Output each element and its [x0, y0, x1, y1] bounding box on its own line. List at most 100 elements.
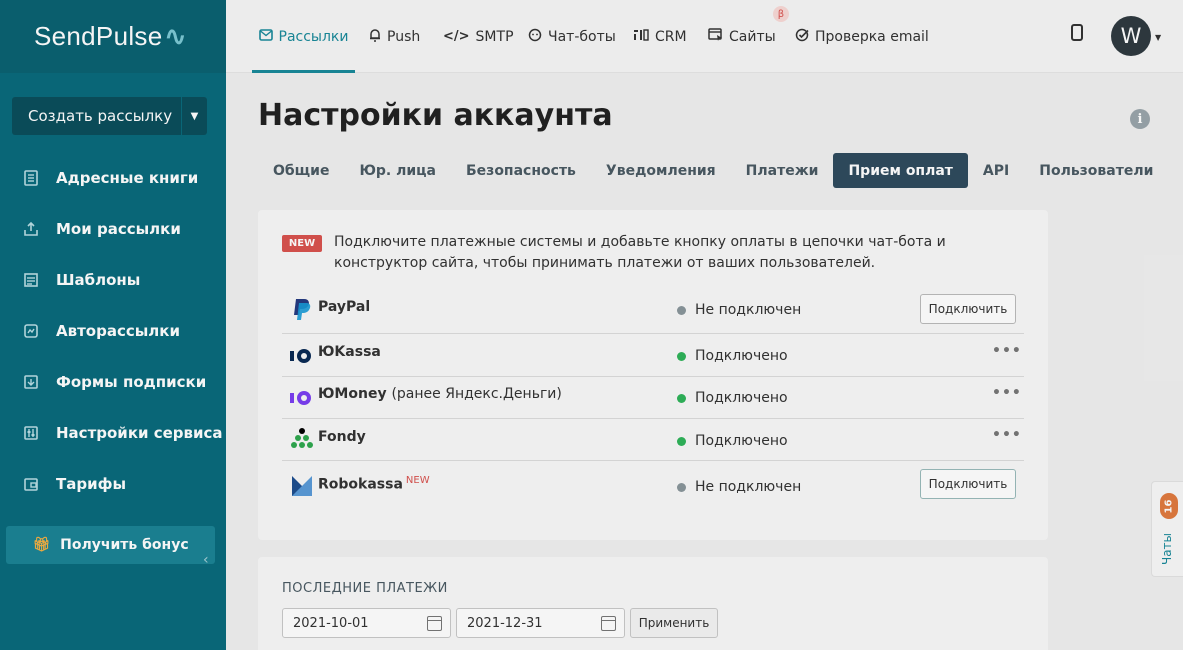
chevron-down-icon[interactable]: ▼: [181, 97, 207, 135]
connect-button[interactable]: Подключить: [920, 294, 1016, 324]
form-icon: [22, 373, 40, 391]
status-dot: [677, 305, 686, 315]
tab-payments[interactable]: Платежи: [731, 153, 834, 188]
logo[interactable]: SendPulse∿: [34, 21, 187, 52]
logo-area: SendPulse∿: [0, 0, 226, 73]
status-dot: [677, 482, 686, 492]
apply-button[interactable]: Применить: [630, 608, 718, 638]
sidebar-item-service-settings[interactable]: Настройки сервиса: [0, 407, 226, 458]
sidebar-item-label: Тарифы: [56, 474, 127, 493]
date-from-input[interactable]: 2021-10-01: [282, 608, 451, 638]
chatbot-icon: [528, 28, 542, 46]
automation-icon: [22, 322, 40, 340]
payment-row-robokassa: Robokassa NEW Не подключен Подключить: [282, 461, 1024, 511]
mobile-icon[interactable]: [1071, 24, 1083, 41]
payment-name: Fondy: [318, 429, 366, 445]
topnav-item-crm[interactable]: CRM: [633, 0, 687, 73]
tab-users[interactable]: Пользователи: [1024, 153, 1168, 188]
sidebar-item-subscription-forms[interactable]: Формы подписки: [0, 356, 226, 407]
chats-label: Чаты: [1160, 532, 1175, 566]
more-options-icon[interactable]: •••: [992, 343, 1022, 359]
new-label: NEW: [405, 475, 430, 486]
chats-side-tab[interactable]: 16 Чаты: [1151, 481, 1183, 577]
tab-general[interactable]: Общие: [258, 153, 344, 188]
status-dot: [677, 393, 686, 403]
topnav-label: SMTP: [475, 28, 514, 45]
tab-legal-entities[interactable]: Юр. лица: [344, 153, 451, 188]
topnav-label: Push: [387, 28, 421, 45]
pulse-icon: ∿: [164, 21, 187, 51]
settings-tabs: Общие Юр. лица Безопасность Уведомления …: [258, 153, 1168, 188]
sidebar-item-label: Мои рассылки: [56, 219, 181, 238]
sidebar-item-automations[interactable]: Авторассылки: [0, 305, 226, 356]
payment-row-fondy: Fondy Подключено •••: [282, 419, 1024, 461]
sidebar-item-templates[interactable]: Шаблоны: [0, 254, 226, 305]
tab-payment-acceptance[interactable]: Прием оплат: [833, 153, 968, 188]
payment-status: Подключено: [677, 348, 788, 364]
avatar[interactable]: W: [1111, 16, 1151, 56]
status-text: Подключено: [695, 348, 788, 364]
paypal-logo-icon: [290, 298, 314, 322]
sidebar-item-my-campaigns[interactable]: Мои рассылки: [0, 203, 226, 254]
topnav-label: Сайты: [729, 28, 776, 45]
sidebar-item-label: Адресные книги: [56, 168, 199, 187]
chevron-down-icon[interactable]: ▼: [1155, 33, 1161, 42]
info-icon[interactable]: i: [1130, 109, 1150, 129]
new-badge: NEW: [282, 235, 322, 252]
sidebar-item-pricing[interactable]: Тарифы: [0, 458, 226, 509]
sidebar-item-label: Авторассылки: [56, 321, 180, 340]
chats-count-badge: 16: [1160, 493, 1178, 519]
tab-api[interactable]: API: [968, 153, 1024, 188]
get-bonus-button[interactable]: 🎁︎ Получить бонус: [6, 526, 215, 564]
topnav-item-sites[interactable]: Сайты: [708, 0, 776, 73]
code-icon: </>: [443, 29, 470, 44]
payment-name-main: ЮMoney: [318, 386, 387, 402]
topnav-item-email-verification[interactable]: Проверка email: [795, 0, 929, 73]
more-options-icon[interactable]: •••: [992, 385, 1022, 401]
bell-icon: [369, 28, 381, 46]
date-to-value: 2021-12-31: [467, 615, 543, 631]
topnav-item-chatbots[interactable]: Чат-боты: [528, 0, 616, 73]
more-options-icon[interactable]: •••: [992, 427, 1022, 443]
status-text: Подключено: [695, 390, 788, 406]
calendar-icon[interactable]: [601, 616, 616, 631]
payment-name: PayPal: [318, 299, 371, 315]
mail-icon: [258, 28, 273, 45]
book-icon: [22, 169, 40, 187]
payment-name-suffix: (ранее Яндекс.Деньги): [391, 386, 562, 402]
sidebar-nav: Адресные книги Мои рассылки Шаблоны Авто…: [0, 152, 226, 509]
topnav-label: Проверка email: [815, 28, 929, 45]
payment-systems-card: NEW Подключите платежные системы и добав…: [258, 210, 1048, 540]
gift-icon: 🎁︎: [32, 537, 51, 553]
topnav-item-smtp[interactable]: </> SMTP: [443, 0, 514, 73]
sidebar-item-label: Шаблоны: [56, 270, 141, 289]
topnav-item-push[interactable]: Push: [369, 0, 420, 73]
create-campaign-label[interactable]: Создать рассылку: [12, 107, 181, 125]
status-text: Подключено: [695, 433, 788, 449]
topnav-item-campaigns[interactable]: Рассылки: [252, 0, 355, 73]
tab-notifications[interactable]: Уведомления: [591, 153, 731, 188]
last-payments-card: ПОСЛЕДНИЕ ПЛАТЕЖИ 2021-10-01 2021-12-31 …: [258, 557, 1048, 650]
status-dot: [677, 436, 686, 446]
status-dot: [677, 351, 686, 361]
connect-button[interactable]: Подключить: [920, 469, 1016, 499]
date-to-input[interactable]: 2021-12-31: [456, 608, 625, 638]
payment-name-main: Robokassa: [318, 476, 403, 493]
topnav-label: CRM: [655, 28, 687, 45]
calendar-icon[interactable]: [427, 616, 442, 631]
payment-row-yoomoney: ЮMoney (ранее Яндекс.Деньги) Подключено …: [282, 377, 1024, 419]
sidebar-item-label: Настройки сервиса: [56, 423, 223, 442]
tab-security[interactable]: Безопасность: [451, 153, 591, 188]
payment-status: Не подключен: [677, 479, 801, 495]
payment-name: ЮMoney (ранее Яндекс.Деньги): [318, 386, 562, 402]
status-text: Не подключен: [695, 479, 802, 495]
payment-name: ЮKassa: [318, 344, 381, 360]
payment-row-paypal: PayPal Не подключен Подключить: [282, 290, 1024, 334]
payment-status: Не подключен: [677, 302, 801, 318]
collapse-sidebar-icon[interactable]: ‹: [203, 552, 209, 568]
payment-row-yookassa: ЮKassa Подключено •••: [282, 334, 1024, 377]
sidebar-item-address-books[interactable]: Адресные книги: [0, 152, 226, 203]
yoomoney-logo-icon: [290, 386, 314, 410]
sidebar: SendPulse∿ Создать рассылку ▼ Адресные к…: [0, 0, 226, 650]
create-campaign-button[interactable]: Создать рассылку ▼: [12, 97, 207, 135]
